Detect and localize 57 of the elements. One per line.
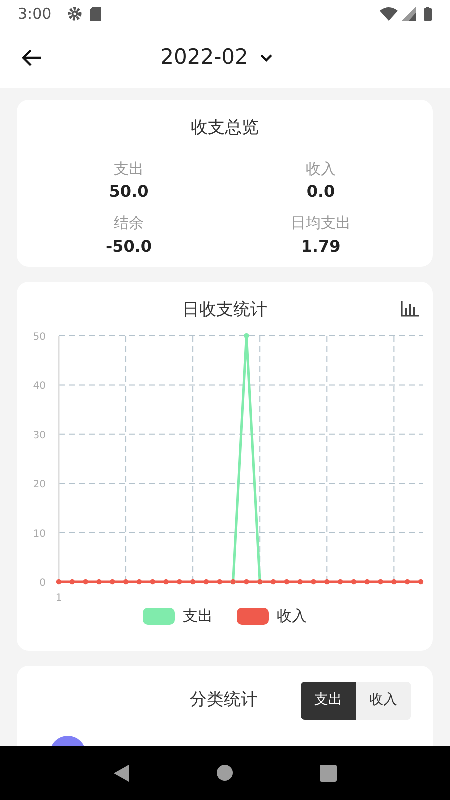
data-point — [244, 333, 250, 339]
status-time: 3:00 — [18, 4, 52, 25]
battery-icon — [424, 7, 432, 21]
stat-label: 结余 — [113, 213, 145, 234]
settings-icon — [68, 7, 82, 21]
axis-label: 10 — [33, 528, 46, 540]
sd-card-icon — [90, 7, 101, 21]
segment-tab[interactable]: 支出 — [301, 682, 356, 720]
data-point — [418, 579, 424, 585]
data-point — [284, 579, 290, 585]
data-point — [217, 579, 222, 585]
data-point — [56, 579, 62, 585]
data-point — [164, 579, 169, 585]
data-point — [324, 579, 330, 585]
stat-label: 收入 — [305, 158, 337, 180]
stat-value: 1.79 — [300, 236, 342, 258]
stat-label: 支出 — [113, 158, 145, 180]
data-point — [351, 579, 357, 585]
data-point — [338, 579, 344, 585]
data-point — [83, 579, 88, 585]
legend-label: 支出 — [183, 606, 213, 627]
data-point — [244, 579, 250, 585]
axis-label: 50 — [33, 332, 46, 343]
stat-value: 50.0 — [108, 181, 150, 203]
data-point — [177, 579, 182, 585]
data-point — [70, 579, 75, 585]
data-point — [392, 579, 397, 585]
axis-label: 0 — [40, 578, 46, 589]
data-point — [364, 579, 370, 585]
data-point — [204, 579, 210, 585]
signal-icon — [402, 7, 416, 21]
axis-label: 1 — [56, 593, 62, 604]
axis-label: 40 — [33, 381, 46, 392]
card-title: 收支总览 — [190, 117, 260, 140]
stat-label: 日均支出 — [290, 213, 352, 234]
axis-label: 20 — [33, 480, 46, 491]
legend-label: 收入 — [277, 606, 307, 627]
data-point — [298, 579, 303, 585]
stat-value: -50.0 — [104, 236, 154, 258]
data-point — [136, 579, 142, 585]
data-point — [150, 579, 156, 585]
data-point — [110, 579, 116, 585]
data-point — [190, 579, 196, 585]
chevron-down-icon[interactable] — [260, 54, 274, 62]
axis-label: 30 — [33, 430, 46, 442]
card-title: 分类统计 — [190, 688, 258, 712]
data-point — [405, 579, 410, 585]
stat-value: 0.0 — [306, 181, 336, 203]
data-point — [378, 579, 384, 585]
data-point — [123, 579, 129, 585]
data-point — [311, 579, 316, 585]
wifi-icon — [380, 7, 398, 21]
data-point — [270, 579, 276, 585]
month-selector[interactable]: 2022-02 — [156, 41, 252, 75]
data-point — [96, 579, 102, 585]
card-title: 日收支统计 — [182, 300, 268, 320]
bar-chart-icon[interactable] — [401, 300, 419, 316]
